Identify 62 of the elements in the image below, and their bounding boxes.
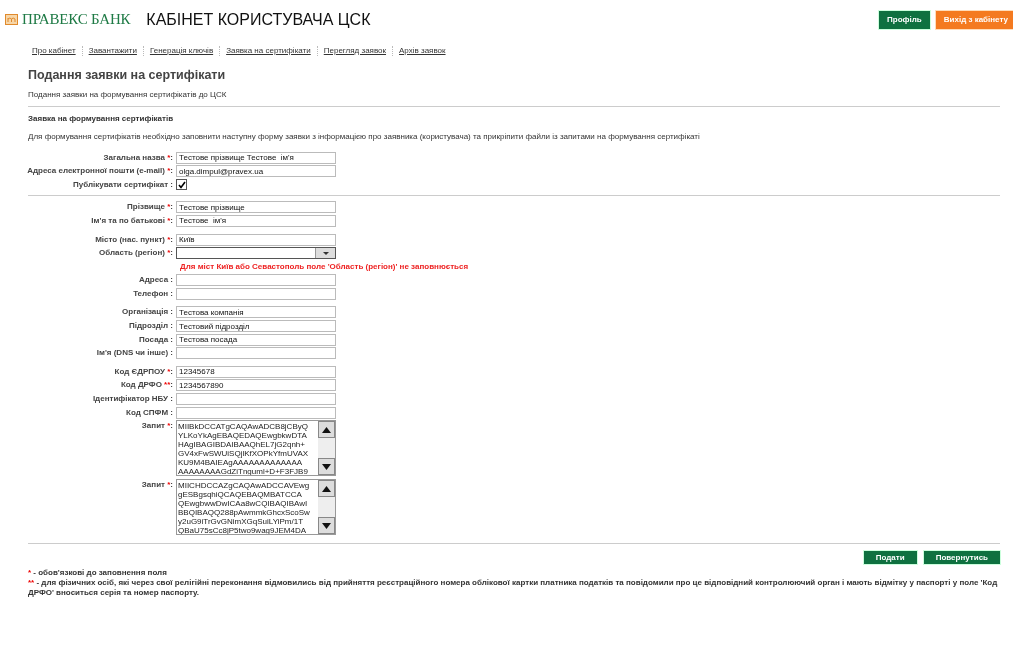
bank-logo-icon: [5, 13, 18, 25]
field-label: Адреса :: [138, 275, 174, 286]
text-field[interactable]: 1234567890: [176, 379, 336, 392]
field-label: Загальна назва *:: [102, 152, 174, 163]
field-label: Телефон :: [132, 288, 174, 299]
field-label: Код ЄДРПОУ *:: [113, 366, 174, 377]
text-field[interactable]: Тестове прізвище Тестове ім'я: [176, 151, 336, 164]
text-field[interactable]: 12345678: [176, 365, 336, 378]
form-description: Для формування сертифікатів необхідно заповнити наступну форму заявки з інформацією про заявника (користувача) та прикріпити файли із запитами на формування сертифікаті: [28, 130, 701, 143]
field-label: Підрозділ :: [128, 321, 174, 332]
field-label: Організація :: [121, 307, 174, 318]
text-field[interactable]: [176, 287, 336, 300]
field-label: Код СПФМ :: [125, 407, 174, 418]
nav-link[interactable]: Перегляд заявок: [317, 46, 394, 56]
text-field[interactable]: [176, 274, 336, 287]
cabinet-title: КАБІНЕТ КОРИСТУВАЧА ЦСК: [146, 10, 371, 30]
footnote: ** - для фізичних осіб, які через свої релігійні переконання відмовились від прийняття реєстраційного номера облікової картки платника податків та повідомили про це відповідний контролюючий орган і мають відмітку у паспорті у поле 'Код ДРФО' вноситься серія та номер паспорту.: [28, 578, 999, 599]
dropdown-field[interactable]: [176, 247, 336, 260]
text-field[interactable]: Тестовий підрозділ: [176, 320, 336, 333]
nav-link[interactable]: Генерація ключів: [143, 46, 221, 56]
field-label: Ім'я та по батькові *:: [90, 215, 174, 226]
scrollbar[interactable]: [318, 421, 335, 476]
page-title: Подання заявки на сертифікати: [28, 67, 227, 84]
bank-name: ПРАВЕКС БАНК: [22, 10, 131, 29]
text-field[interactable]: Тестова посада: [176, 333, 336, 346]
section-title: Заявка на формування сертифікатів: [28, 112, 175, 125]
page-subtitle: Подання заявки на формування сертифікатів до ЦСК: [28, 88, 228, 101]
field-label: Область (регіон) *:: [98, 248, 174, 259]
field-label: Адреса електронної пошти (e-mail) *:: [26, 166, 174, 177]
text-field[interactable]: [176, 347, 336, 360]
scroll-up-arrow-icon[interactable]: [322, 426, 331, 433]
field-label: Прізвище *:: [126, 202, 174, 213]
field-label: Посада :: [138, 334, 174, 345]
text-field[interactable]: Тестова компанія: [176, 306, 336, 319]
text-field[interactable]: Київ: [176, 233, 336, 246]
scroll-down-arrow-icon[interactable]: [322, 522, 331, 529]
scroll-up-arrow-icon[interactable]: [322, 485, 331, 492]
scrollbar[interactable]: [318, 480, 335, 535]
profile-button[interactable]: Профіль: [878, 10, 931, 30]
text-field[interactable]: Тестове прізвище: [176, 201, 336, 214]
nav-link[interactable]: Про кабінет: [26, 46, 83, 56]
field-label: Місто (нас. пункт) *:: [94, 234, 174, 245]
text-field[interactable]: Тестове ім'я: [176, 214, 336, 227]
field-label: Код ДРФО **:: [119, 380, 174, 391]
dropdown-arrow-icon: [322, 251, 329, 255]
field-label: Запит *:: [140, 420, 174, 432]
nav-link[interactable]: Архів заявок: [393, 46, 452, 56]
field-label: Ім'я (DNS чи інше) :: [95, 348, 174, 359]
text-field[interactable]: [176, 393, 336, 406]
back-button[interactable]: Повернутись: [922, 550, 1001, 566]
scroll-down-arrow-icon[interactable]: [322, 463, 331, 470]
nav-link[interactable]: Завантажити: [82, 46, 144, 56]
footnote: * - обов'язкові до заповнення поля: [28, 568, 168, 579]
field-note: Для міст Київ або Севастополь поле 'Область (регіон)' не заповнюється: [180, 260, 470, 273]
field-label: Запит *:: [140, 479, 174, 491]
field-label: Ідентифікатор НБУ :: [91, 394, 174, 405]
text-field[interactable]: olga.dimpul@pravex.ua: [176, 165, 336, 178]
nav-link[interactable]: Заявка на сертифікати: [220, 46, 318, 56]
field-label: Публікувати сертифікат :: [71, 179, 174, 190]
submit-button[interactable]: Подати: [862, 550, 918, 566]
checkbox[interactable]: [176, 179, 187, 191]
text-field[interactable]: [176, 406, 336, 419]
